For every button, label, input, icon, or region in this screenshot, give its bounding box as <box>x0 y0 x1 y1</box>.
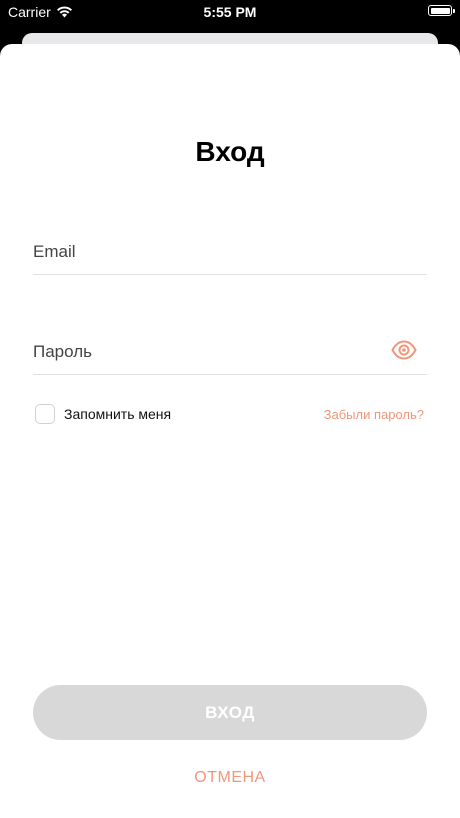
remember-me[interactable]: Запомнить меня <box>35 404 171 424</box>
email-field[interactable] <box>33 234 373 270</box>
login-sheet: Вход Запомнить меня Забыли пароль? ВХОД … <box>0 44 460 818</box>
remember-label: Запомнить меня <box>64 406 172 422</box>
password-field[interactable] <box>33 334 373 370</box>
page-title: Вход <box>195 136 265 167</box>
email-field-container <box>33 234 427 275</box>
remember-checkbox[interactable] <box>35 404 55 424</box>
battery-icon <box>428 5 455 16</box>
status-bar: Carrier 5:55 PM <box>0 0 460 24</box>
forgot-password-link[interactable]: Забыли пароль? <box>324 407 424 422</box>
login-button[interactable]: ВХОД <box>33 685 427 740</box>
password-field-container <box>33 334 427 375</box>
cancel-button[interactable]: ОТМЕНА <box>0 769 460 787</box>
eye-icon[interactable] <box>391 340 417 360</box>
status-time: 5:55 PM <box>203 4 257 20</box>
